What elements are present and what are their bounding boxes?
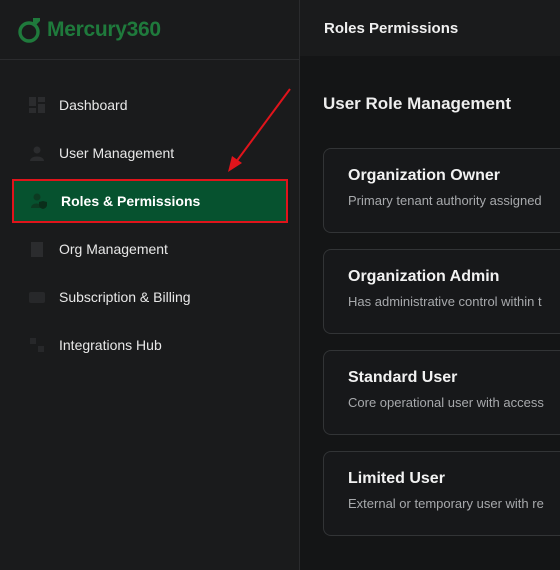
brand[interactable]: Mercury360: [0, 0, 299, 60]
sidebar: Mercury360 Dashboard User Management Rol…: [0, 0, 300, 570]
section-title: User Role Management: [323, 94, 511, 113]
role-description: Has administrative control within t: [348, 294, 542, 309]
role-description: Primary tenant authority assigned: [348, 193, 542, 208]
role-description: External or temporary user with re: [348, 496, 544, 511]
dashboard-icon: [29, 97, 45, 113]
sidebar-item-label: User Management: [59, 145, 175, 161]
sidebar-item-user-management[interactable]: User Management: [0, 129, 300, 177]
role-name: Organization Owner: [348, 167, 501, 184]
sidebar-item-subscription-billing[interactable]: Subscription & Billing: [0, 273, 300, 321]
top-header: Roles Permissions: [300, 0, 560, 56]
page-title: Roles Permissions: [324, 19, 459, 37]
role-card-standard-user[interactable]: Standard User Core operational user with…: [323, 350, 560, 435]
user-icon: [30, 146, 44, 161]
sidebar-item-label: Integrations Hub: [59, 337, 162, 353]
role-card-organization-admin[interactable]: Organization Admin Has administrative co…: [323, 249, 560, 334]
role-name: Standard User: [348, 369, 458, 386]
sidebar-item-label: Roles & Permissions: [61, 193, 201, 209]
sidebar-item-label: Dashboard: [59, 97, 128, 113]
role-card-organization-owner[interactable]: Organization Owner Primary tenant author…: [323, 148, 560, 233]
integrations-icon: [30, 338, 44, 352]
sidebar-item-label: Org Management: [59, 241, 168, 257]
sidebar-item-roles-permissions[interactable]: Roles & Permissions: [12, 179, 288, 223]
sidebar-item-label: Subscription & Billing: [59, 289, 191, 305]
billing-icon: [29, 292, 45, 303]
sidebar-item-integrations-hub[interactable]: Integrations Hub: [0, 321, 300, 369]
app-window: Mercury360 Dashboard User Management Rol…: [0, 0, 560, 570]
sidebar-nav: Dashboard User Management Roles & Permis…: [0, 81, 300, 369]
brand-name: Mercury360: [47, 17, 161, 41]
mercury-logo-icon: [18, 17, 40, 43]
role-card-limited-user[interactable]: Limited User External or temporary user …: [323, 451, 560, 536]
building-icon: [31, 242, 43, 257]
sidebar-item-dashboard[interactable]: Dashboard: [0, 81, 300, 129]
role-description: Core operational user with access: [348, 395, 544, 410]
sidebar-item-org-management[interactable]: Org Management: [0, 225, 300, 273]
role-name: Organization Admin: [348, 268, 500, 285]
role-name: Limited User: [348, 470, 445, 487]
user-shield-icon: [31, 193, 47, 209]
main-content: User Role Management Organization Owner …: [300, 56, 560, 570]
